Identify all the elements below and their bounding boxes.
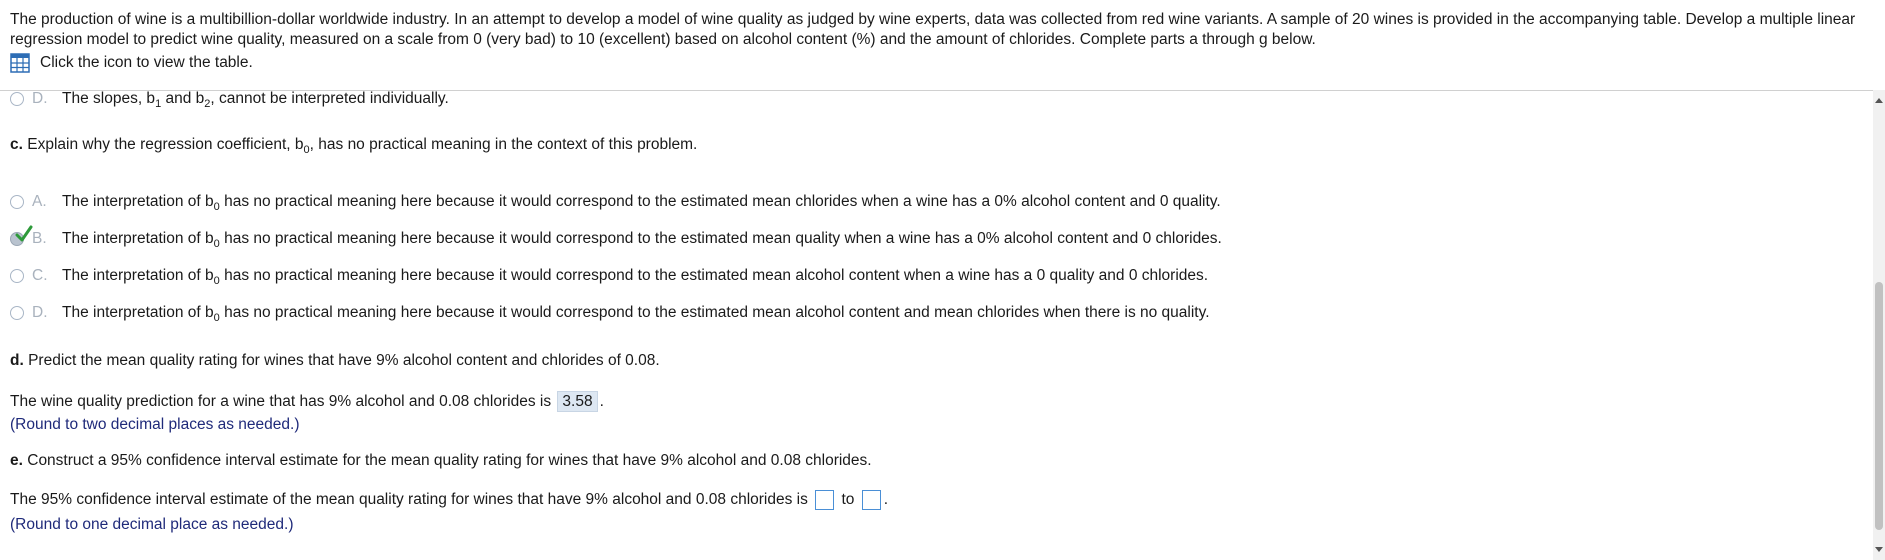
- option-letter: D.: [32, 304, 48, 321]
- vertical-scrollbar[interactable]: [1873, 90, 1885, 560]
- part-e-answer: The 95% confidence interval estimate of …: [10, 490, 889, 510]
- ci-upper-input[interactable]: [861, 490, 881, 510]
- option-d-row[interactable]: D. The interpretation of b0 has no pract…: [10, 302, 1210, 324]
- part-e-label: e.: [10, 452, 23, 469]
- radio-button[interactable]: [10, 269, 24, 283]
- scroll-down-arrow-icon[interactable]: [1875, 547, 1883, 552]
- check-mark-icon: [15, 225, 33, 242]
- table-icon[interactable]: [10, 53, 30, 73]
- part-c-question: c. Explain why the regression coefficien…: [10, 136, 698, 156]
- option-a-row[interactable]: A. The interpretation of b0 has no pract…: [10, 191, 1221, 213]
- option-c-row[interactable]: C. The interpretation of b0 has no pract…: [10, 265, 1208, 287]
- option-text: The slopes, b1 and b2, cannot be interpr…: [62, 90, 449, 110]
- view-table-link[interactable]: Click the icon to view the table.: [10, 53, 253, 73]
- problem-statement: The production of wine is a multibillion…: [10, 11, 1856, 48]
- part-c-label: c.: [10, 136, 23, 153]
- prev-option-d-row[interactable]: D. The slopes, b1 and b2, cannot be inte…: [10, 88, 449, 110]
- radio-button[interactable]: [10, 306, 24, 320]
- view-table-label[interactable]: Click the icon to view the table.: [40, 54, 253, 72]
- part-d-question: d. Predict the mean quality rating for w…: [10, 352, 660, 369]
- prediction-answer-box[interactable]: 3.58: [557, 391, 598, 412]
- part-e-question: e. Construct a 95% confidence interval e…: [10, 452, 872, 469]
- option-letter: B.: [32, 230, 47, 247]
- option-letter: C.: [32, 267, 48, 284]
- option-b-row[interactable]: B. The interpretation of b0 has no pract…: [10, 225, 1222, 250]
- radio-button[interactable]: [10, 92, 24, 106]
- option-text: The interpretation of b0 has no practica…: [62, 193, 1221, 213]
- problem-header: The production of wine is a multibillion…: [0, 0, 1885, 91]
- scroll-up-arrow-icon[interactable]: [1875, 98, 1883, 103]
- part-d-rounding-note: (Round to two decimal places as needed.): [10, 416, 300, 433]
- option-letter: A.: [32, 193, 47, 210]
- option-text: The interpretation of b0 has no practica…: [62, 267, 1209, 287]
- part-d-answer: The wine quality prediction for a wine t…: [10, 391, 604, 412]
- part-e-rounding-note: (Round to one decimal place as needed.): [10, 516, 294, 533]
- radio-button[interactable]: [10, 195, 24, 209]
- radio-button-selected[interactable]: [10, 225, 33, 246]
- option-text: The interpretation of b0 has no practica…: [62, 230, 1222, 250]
- option-letter: D.: [32, 90, 48, 107]
- ci-lower-input[interactable]: [815, 490, 835, 510]
- option-text: The interpretation of b0 has no practica…: [62, 304, 1210, 324]
- part-d-label: d.: [10, 352, 24, 369]
- scroll-thumb[interactable]: [1875, 282, 1883, 530]
